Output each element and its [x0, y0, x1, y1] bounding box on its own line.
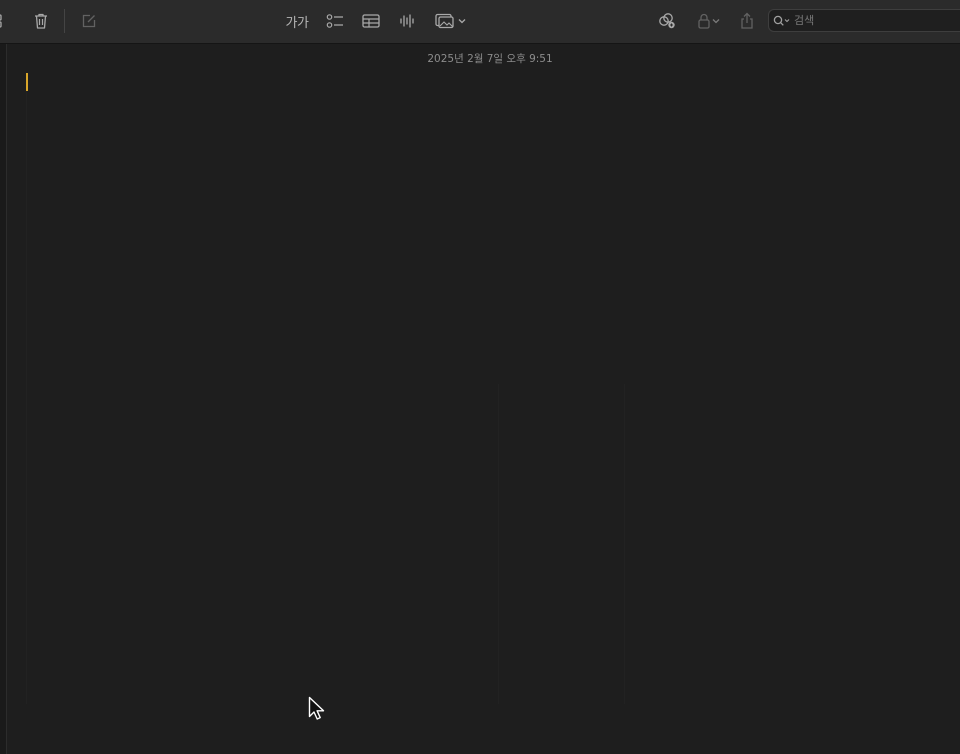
search-input[interactable] — [791, 14, 944, 27]
gallery-view-button[interactable] — [0, 10, 10, 32]
share-icon — [739, 12, 755, 30]
editor-guide — [498, 384, 499, 704]
lock-icon — [697, 13, 711, 29]
notes-window: 가가 검색 2025년 2월 7일 오후 9:51 — [0, 0, 960, 754]
search-field[interactable] — [768, 9, 960, 32]
toolbar: 가가 — [0, 0, 960, 44]
new-note-button[interactable] — [78, 10, 100, 32]
note-date: 2025년 2월 7일 오후 9:51 — [427, 53, 553, 65]
format-button[interactable]: 가가 — [283, 10, 311, 32]
mouse-pointer-icon — [308, 696, 326, 726]
audio-button[interactable] — [396, 10, 418, 32]
waveform-icon — [399, 13, 415, 29]
delete-note-button[interactable] — [30, 10, 52, 32]
sidebar-edge — [0, 44, 7, 754]
editor-guide — [26, 74, 27, 704]
media-button[interactable] — [432, 10, 470, 32]
trash-icon — [33, 12, 49, 30]
toolbar-divider — [64, 9, 65, 33]
table-button[interactable] — [360, 10, 382, 32]
search-icon — [773, 15, 791, 27]
chevron-down-icon — [711, 16, 721, 26]
note-editor[interactable] — [7, 44, 960, 754]
table-icon — [362, 14, 380, 28]
collaborate-button[interactable] — [656, 10, 678, 32]
photo-icon — [435, 13, 457, 29]
gallery-view-icon — [0, 13, 10, 29]
editor-guide — [624, 384, 625, 704]
chevron-down-icon — [457, 16, 467, 26]
text-format-icon: 가가 — [285, 15, 309, 31]
compose-icon — [81, 13, 97, 29]
share-button[interactable] — [737, 10, 757, 32]
checklist-button[interactable] — [324, 10, 346, 32]
text-caret — [26, 73, 28, 91]
checklist-icon — [326, 13, 344, 29]
collaborate-icon — [657, 12, 677, 30]
lock-button[interactable] — [694, 10, 724, 32]
